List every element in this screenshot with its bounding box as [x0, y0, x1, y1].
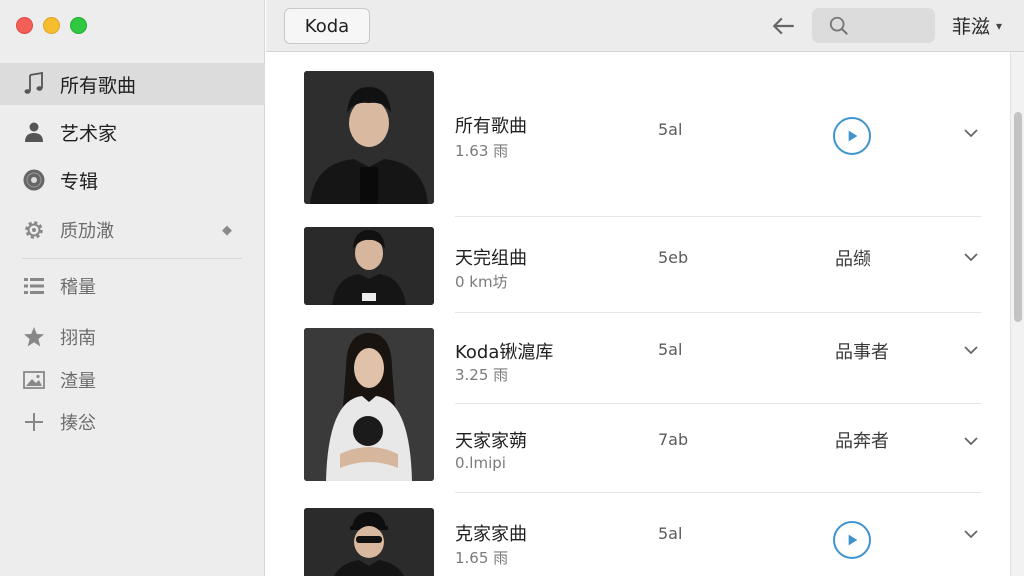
- sidebar-item-label: 质劢潵: [60, 221, 114, 242]
- sidebar: 所有歌曲 艺术家 专辑 质劢潵 ◆ 稽量 挧南 渣量 揍忩: [0, 0, 265, 576]
- song-artist: 品奔者: [835, 431, 889, 452]
- expand-button[interactable]: [960, 122, 982, 144]
- album-art: [304, 328, 434, 481]
- song-title: 天完组曲: [455, 248, 527, 269]
- zoom-window-button[interactable]: [70, 17, 87, 34]
- scrollbar-thumb[interactable]: [1014, 112, 1022, 322]
- sidebar-item-list[interactable]: 稽量: [0, 265, 265, 307]
- disc-icon: [22, 168, 46, 192]
- song-artist: 品缬: [835, 249, 871, 270]
- sidebar-item-albums[interactable]: 专辑: [0, 159, 265, 201]
- chevron-down-icon: [964, 129, 978, 138]
- window-controls: [0, 0, 264, 52]
- sidebar-item-label: 渣量: [60, 371, 96, 392]
- song-duration: 5al: [658, 120, 683, 139]
- song-duration: 7ab: [658, 430, 689, 449]
- star-icon: [22, 325, 46, 349]
- toolbar: Koda 菲滋 ▾: [266, 0, 1024, 52]
- song-title: Koda锹滬库: [455, 342, 554, 363]
- music-note-icon: [22, 72, 46, 96]
- song-subtitle: 1.65 雨: [455, 549, 509, 567]
- sidebar-item-label: 挧南: [60, 328, 96, 349]
- diamond-icon: ◆: [222, 222, 232, 238]
- scrollbar[interactable]: [1010, 52, 1024, 576]
- album-art: [304, 227, 434, 305]
- user-menu[interactable]: 菲滋 ▾: [952, 12, 1002, 39]
- play-button[interactable]: [833, 521, 871, 559]
- play-button[interactable]: [833, 117, 871, 155]
- minimize-window-button[interactable]: [43, 17, 60, 34]
- plus-icon: [22, 410, 46, 434]
- koda-button[interactable]: Koda: [284, 8, 370, 44]
- chevron-down-icon: [964, 530, 978, 539]
- arrow-left-icon: [772, 17, 794, 35]
- song-subtitle: 3.25 雨: [455, 366, 509, 384]
- sidebar-item-label: 稽量: [60, 277, 96, 298]
- song-subtitle: 0 km坊: [455, 273, 508, 291]
- sidebar-item-favorites[interactable]: 挧南: [0, 316, 265, 358]
- song-artist: 品事者: [835, 342, 889, 363]
- sidebar-item-all-songs[interactable]: 所有歌曲: [0, 63, 265, 105]
- song-title: 克家家曲: [455, 524, 527, 545]
- image-icon: [22, 368, 46, 392]
- chevron-down-icon: [964, 346, 978, 355]
- sidebar-item-label: 揍忩: [60, 413, 96, 434]
- song-subtitle: 0.lmipi: [455, 454, 506, 472]
- search-field[interactable]: [812, 8, 935, 43]
- gear-icon: [22, 218, 46, 242]
- play-icon: [848, 130, 858, 142]
- song-duration: 5eb: [658, 248, 689, 267]
- chevron-down-icon: ▾: [996, 18, 1003, 33]
- sidebar-item-label: 艺术家: [60, 122, 118, 145]
- song-title: 天家家蒴: [455, 431, 527, 452]
- row-divider: [455, 216, 981, 217]
- song-title: 所有歌曲: [455, 116, 527, 137]
- expand-button[interactable]: [960, 246, 982, 268]
- sidebar-item-settings[interactable]: 质劢潵 ◆: [0, 209, 265, 251]
- close-window-button[interactable]: [16, 17, 33, 34]
- expand-button[interactable]: [960, 430, 982, 452]
- list-icon: [22, 274, 46, 298]
- row-divider: [455, 403, 981, 404]
- chevron-down-icon: [964, 253, 978, 262]
- user-menu-label: 菲滋: [952, 16, 991, 38]
- expand-button[interactable]: [960, 523, 982, 545]
- sidebar-item-add[interactable]: 揍忩: [0, 401, 265, 443]
- person-icon: [22, 120, 46, 144]
- chevron-down-icon: [964, 437, 978, 446]
- sidebar-item-artists[interactable]: 艺术家: [0, 111, 265, 153]
- sidebar-item-label: 专辑: [60, 170, 99, 193]
- sidebar-item-label: 所有歌曲: [60, 74, 137, 97]
- back-button[interactable]: [768, 10, 800, 42]
- row-divider: [455, 312, 981, 313]
- sidebar-item-images[interactable]: 渣量: [0, 359, 265, 401]
- song-list: 所有歌曲 1.63 雨 5al 天完组曲 0 km坊 5eb 品缬 Koda锹滬…: [266, 52, 1010, 576]
- song-subtitle: 1.63 雨: [455, 142, 509, 160]
- song-duration: 5al: [658, 340, 683, 359]
- row-divider: [455, 492, 981, 493]
- album-art: [304, 71, 434, 204]
- sidebar-divider: [22, 258, 242, 259]
- search-icon: [829, 16, 848, 35]
- play-icon: [848, 534, 858, 546]
- expand-button[interactable]: [960, 339, 982, 361]
- song-duration: 5al: [658, 524, 683, 543]
- album-art: [304, 508, 434, 576]
